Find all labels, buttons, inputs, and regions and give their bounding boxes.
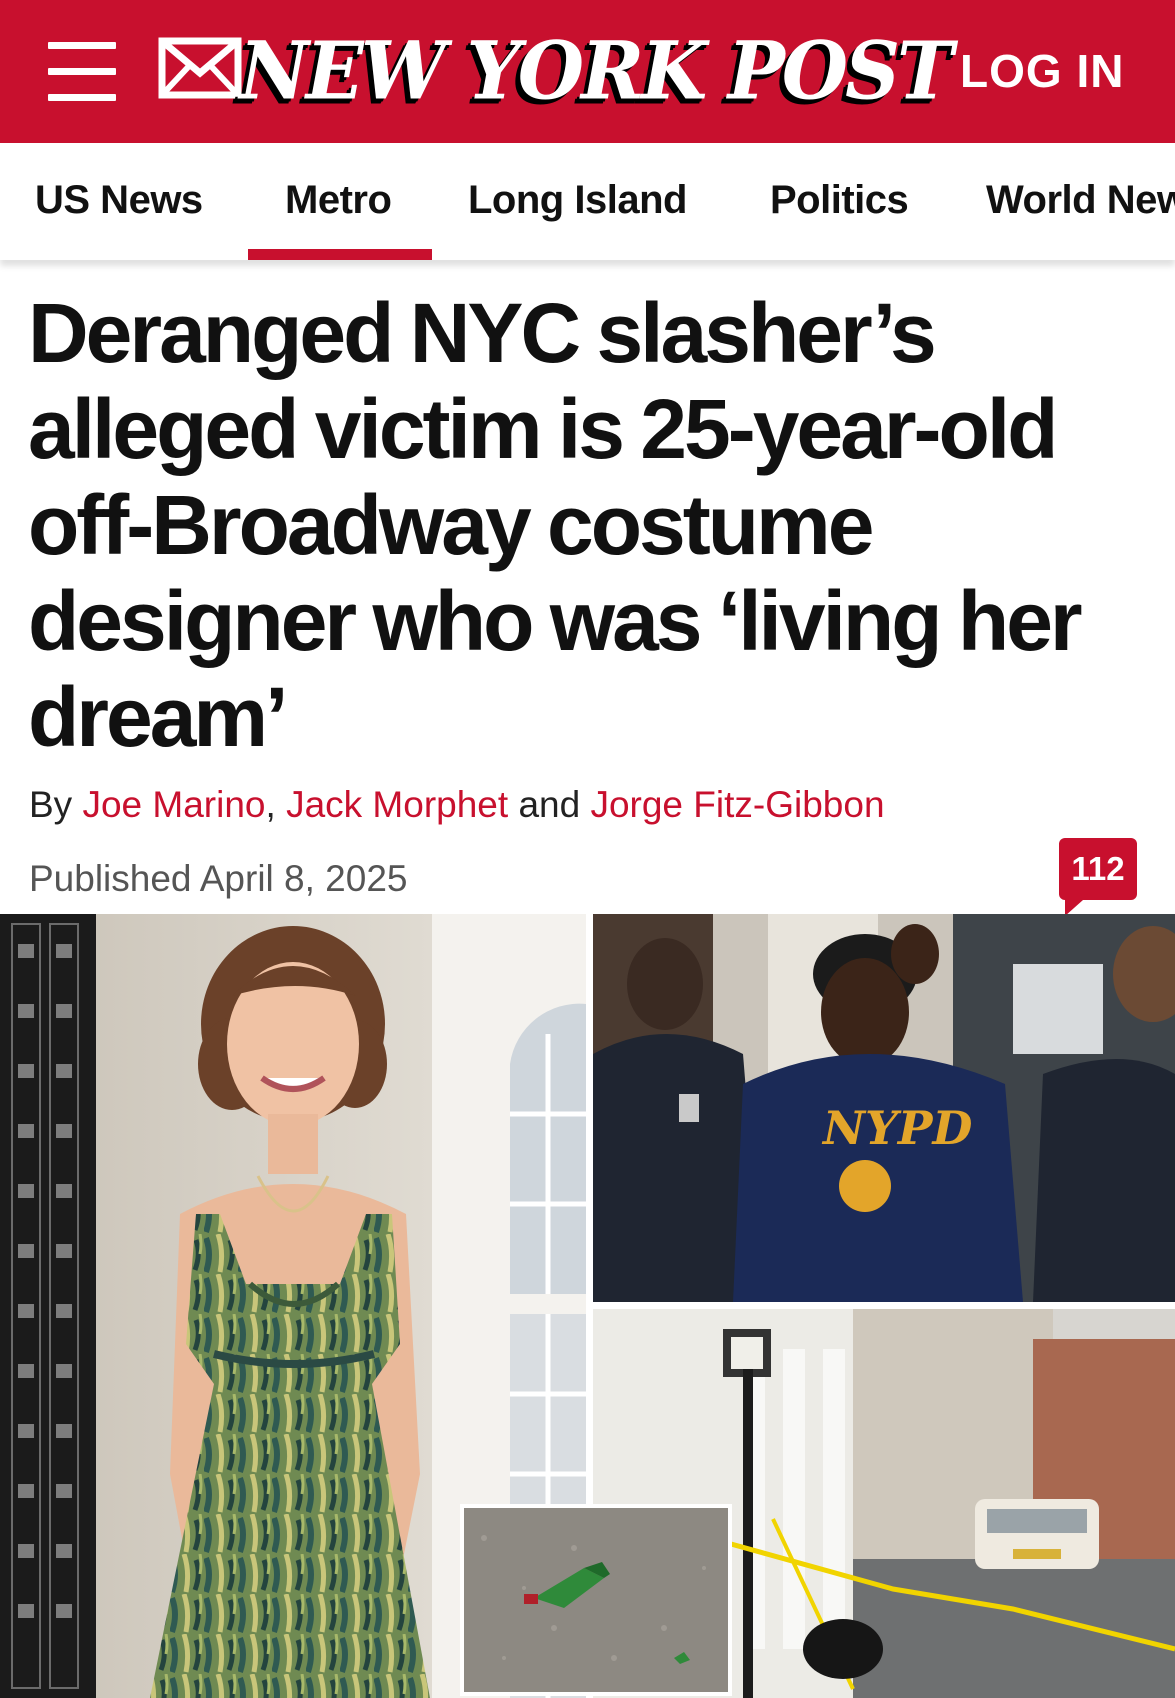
tab-politics[interactable]: Politics [770, 178, 909, 223]
author-link[interactable]: Jorge Fitz-Gibbon [590, 784, 884, 825]
author-link[interactable]: Jack Morphet [286, 784, 508, 825]
byline-separator: , [265, 784, 276, 825]
mail-icon[interactable] [158, 37, 242, 99]
tab-world-news[interactable]: World News [986, 178, 1175, 223]
author-link[interactable]: Joe Marino [82, 784, 265, 825]
tab-metro[interactable]: Metro [285, 178, 392, 223]
tab-long-island[interactable]: Long Island [468, 178, 687, 223]
publish-date: Published April 8, 2025 [29, 858, 408, 899]
article-photo-collage: NYPD [0, 914, 1175, 1698]
site-header: NEW YORK POST LOG IN [0, 0, 1175, 143]
article-headline: Deranged NYC slasher’s alleged victim is… [28, 286, 1083, 764]
byline-prefix: By [29, 784, 73, 825]
byline: By Joe Marino, Jack Morphet and Jorge Fi… [29, 784, 885, 826]
login-button[interactable]: LOG IN [960, 43, 1124, 99]
comment-count-badge[interactable]: 112 [1059, 838, 1137, 916]
section-nav: US News Metro Long Island Politics World… [0, 143, 1175, 260]
hamburger-menu-icon[interactable] [48, 42, 116, 102]
byline-and: and [518, 784, 581, 825]
active-tab-indicator [248, 249, 432, 260]
hoodie-text: NYPD [821, 1101, 972, 1155]
arrest-photo[interactable]: NYPD [593, 914, 1175, 1302]
tab-us-news[interactable]: US News [35, 178, 203, 223]
broken-bottle-inset-photo[interactable] [460, 1504, 732, 1696]
site-logo[interactable]: NEW YORK POST [239, 18, 953, 123]
